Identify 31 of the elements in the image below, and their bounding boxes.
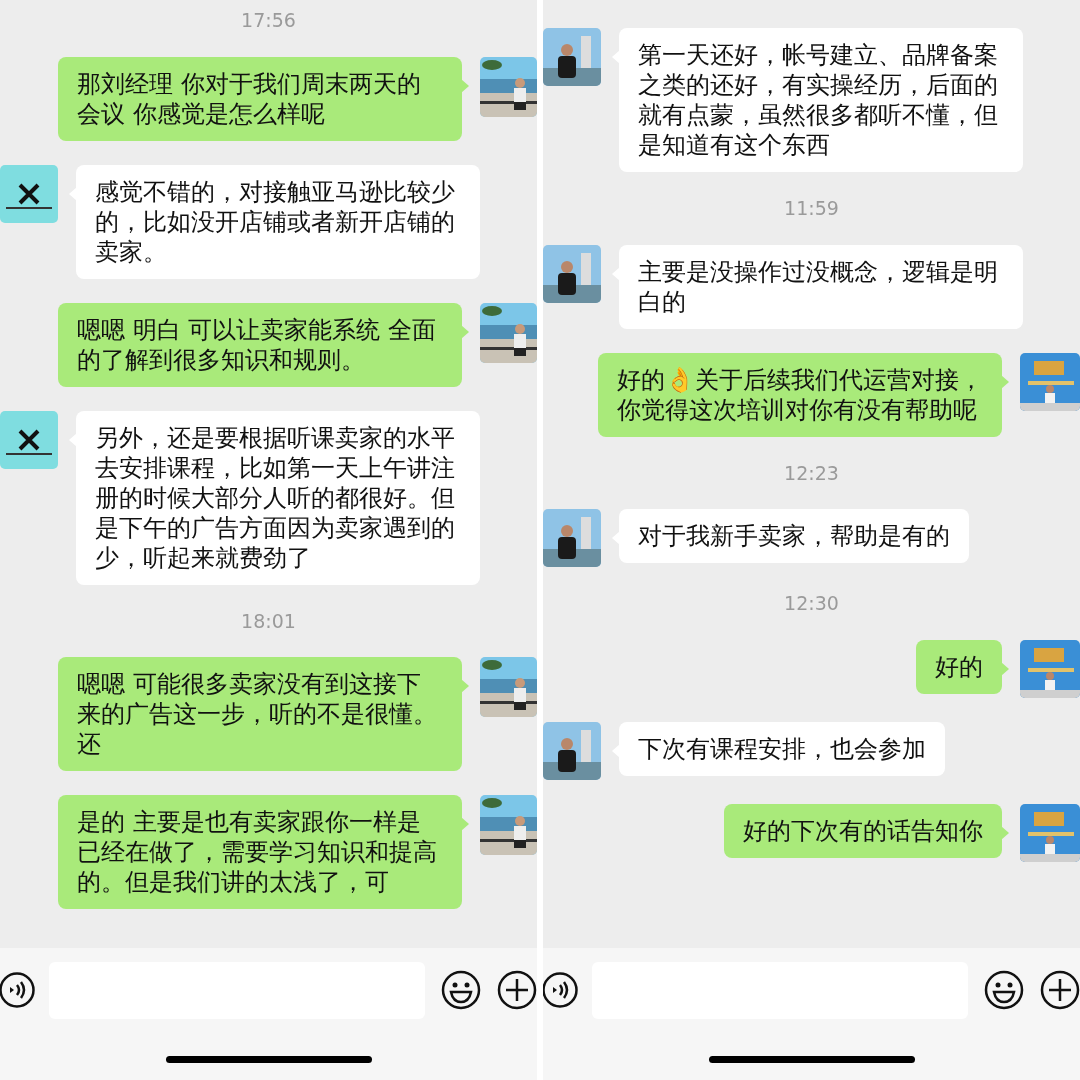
message-bubble: 另外，还是要根据听课卖家的水平去安排课程，比如第一天上午讲注册的时候大部分人听的都很好。但是下午的广告方面因为卖家遇到的少，听起来就费劲了 — [76, 410, 480, 585]
message-bubble: 感觉不错的，对接触亚马逊比较少的，比如没开店铺或者新开店铺的卖家。 — [76, 164, 480, 279]
bubble-tail — [1001, 661, 1009, 676]
timestamp: 12:23 — [784, 460, 839, 486]
bubble-tail — [461, 817, 469, 831]
message-bubble: 是的 主要是也有卖家跟你一样是已经在做了，需要学习知识和提高的。但是我们讲的太浅了，可 — [58, 795, 462, 909]
timestamp: 17:56 — [241, 8, 296, 33]
emoji-icon[interactable] — [441, 970, 481, 1010]
plus-icon[interactable] — [1040, 970, 1080, 1010]
message-bubble: 下次有课程安排，也会参加 — [619, 721, 945, 776]
emoji-icon[interactable] — [984, 970, 1024, 1010]
timestamp: 12:30 — [784, 591, 839, 616]
message-bubble: 好的 — [916, 639, 1002, 694]
message-bubble: 那刘经理 你对于我们周末两天的会议 你感觉是怎么样呢 — [58, 56, 462, 141]
message-bubble: 第一天还好，帐号建立、品牌备案之类的还好，有实操经历，后面的就有点蒙，虽然很多都听不懂，但是知道有这个东西 — [619, 28, 1023, 172]
message-bubble: 嗯嗯 明白 可以让卖家能系统 全面的了解到很多知识和规则。 — [58, 302, 462, 387]
voice-icon[interactable] — [0, 972, 35, 1008]
bubble-tail — [461, 78, 469, 93]
bubble-tail — [1001, 825, 1009, 840]
timestamp: 11:59 — [784, 196, 839, 221]
bubble-tail — [1001, 374, 1009, 389]
timestamp: 18:01 — [241, 608, 296, 634]
bubble-tail — [461, 679, 469, 693]
plus-icon[interactable] — [497, 970, 537, 1010]
message-bubble: 好的👌关于后续我们代运营对接，你觉得这次培训对你有没有帮助呢 — [598, 352, 1002, 437]
message-bubble: 嗯嗯 可能很多卖家没有到这接下来的广告这一步，听的不是很懂。还 — [58, 657, 462, 771]
message-bubble: 好的下次有的话告知你 — [724, 803, 1002, 858]
message-bubble: 主要是没操作过没概念，逻辑是明白的 — [619, 244, 1023, 329]
message-bubble: 对于我新手卖家，帮助是有的 — [619, 509, 969, 563]
bubble-tail — [461, 324, 469, 339]
voice-icon[interactable] — [543, 972, 578, 1008]
